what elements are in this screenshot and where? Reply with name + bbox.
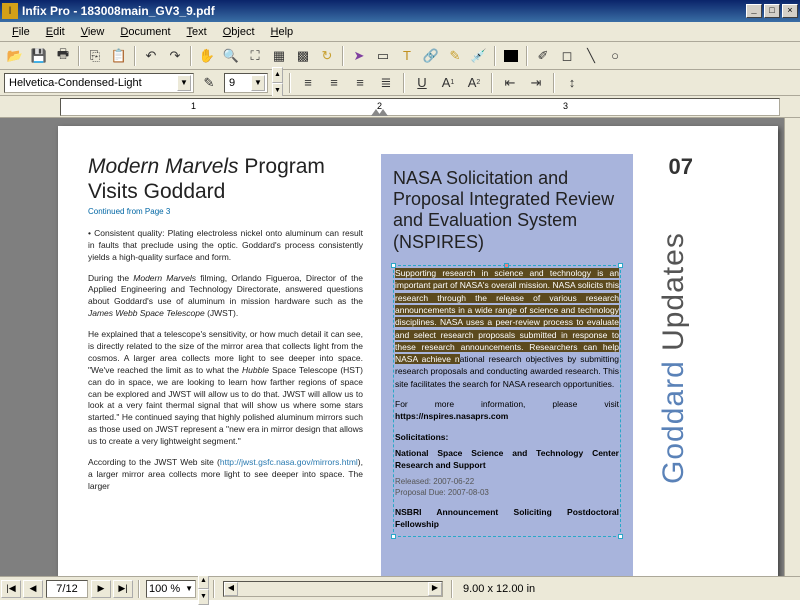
select-icon[interactable]: ▭ [372, 45, 394, 67]
first-page-button[interactable]: |◀ [1, 580, 21, 598]
line-icon[interactable]: ╲ [580, 45, 602, 67]
shape-icon[interactable]: ◻ [556, 45, 578, 67]
minimize-button[interactable]: _ [746, 4, 762, 18]
menu-edit[interactable]: Edit [38, 24, 73, 40]
article-column: Modern Marvels Program Visits Goddard Co… [88, 154, 363, 576]
chevron-down-icon[interactable]: ▼ [251, 75, 265, 91]
text-icon[interactable]: T [396, 45, 418, 67]
eyedrop-icon[interactable]: 💉 [468, 45, 490, 67]
main-toolbar: 📂 💾 🖶 ⎘ 📋 ↶ ↷ ✋ 🔍 ⛶ ▦ ▩ ↻ ➤ ▭ T 🔗 ✎ 💉 ✐ … [0, 42, 800, 70]
article-para: He explained that a telescope's sensitiv… [88, 329, 363, 448]
highlight-icon[interactable]: ✎ [444, 45, 466, 67]
selected-text-frame[interactable]: Supporting research in science and techn… [393, 265, 621, 537]
page-field[interactable]: 7/12 [46, 580, 88, 598]
guides-icon[interactable]: ▦ [268, 45, 290, 67]
article-para: • Consistent quality: Plating electroles… [88, 228, 363, 264]
solicitation-title: NSBRI Announcement Soliciting Postdoctor… [395, 506, 619, 531]
vertical-scrollbar[interactable] [784, 118, 800, 576]
spacing-icon[interactable]: ↕ [561, 72, 583, 94]
ruler-tick: 3 [563, 101, 568, 111]
horizontal-scrollbar[interactable]: ◀ ▶ [223, 581, 443, 597]
font-family-value: Helvetica-Condensed-Light [7, 77, 177, 89]
hand-icon[interactable]: ✋ [196, 45, 218, 67]
align-center-icon[interactable]: ≡ [323, 72, 345, 94]
horizontal-ruler: 1 2 3 [0, 96, 800, 118]
goddard-updates-label: Goddard Updates [657, 232, 691, 484]
font-size-value: 9 [227, 77, 251, 89]
year-label: 07 [651, 154, 693, 180]
prev-page-button[interactable]: ◀ [23, 580, 43, 598]
menu-text[interactable]: Text [179, 24, 215, 40]
font-toolbar: Helvetica-Condensed-Light ▼ ✎ 9 ▼ ▲ ▼ ≡ … [0, 70, 800, 96]
maximize-button[interactable]: □ [764, 4, 780, 18]
link-icon[interactable]: 🔗 [420, 45, 442, 67]
redo-icon[interactable]: ↷ [164, 45, 186, 67]
chevron-down-icon[interactable]: ▼ [177, 75, 191, 91]
ruler-tick: 1 [191, 101, 196, 111]
solicitations-label: Solicitations: [395, 431, 619, 443]
zoom-field[interactable]: 100 %▼ [146, 580, 196, 598]
align-left-icon[interactable]: ≡ [297, 72, 319, 94]
page-dimensions: 9.00 x 12.00 in [457, 583, 800, 595]
undo-icon[interactable]: ↶ [140, 45, 162, 67]
ellipse-icon[interactable]: ○ [604, 45, 626, 67]
next-page-button[interactable]: ▶ [91, 580, 111, 598]
crop-icon[interactable]: ⛶ [244, 45, 266, 67]
print-icon[interactable]: 🖶 [52, 45, 74, 67]
close-button[interactable]: × [782, 4, 798, 18]
article-para: According to the JWST Web site (http://j… [88, 457, 363, 493]
save-icon[interactable]: 💾 [28, 45, 50, 67]
size-up-icon[interactable]: ▲ [272, 67, 283, 83]
menu-bar: File Edit View Document Text Object Help [0, 22, 800, 42]
rotate-icon[interactable]: ↻ [316, 45, 338, 67]
app-icon: I [2, 3, 18, 19]
title-bar: I Infix Pro - 183008main_GV3_9.pdf _ □ × [0, 0, 800, 22]
copy-icon[interactable]: ⎘ [84, 45, 106, 67]
fill-icon[interactable] [500, 45, 522, 67]
zoom-icon[interactable]: 🔍 [220, 45, 242, 67]
indent-right-icon[interactable]: ⇥ [525, 72, 547, 94]
jwst-link[interactable]: http://jwst.gsfc.nasa.gov/mirrors.html [220, 457, 358, 467]
align-right-icon[interactable]: ≡ [349, 72, 371, 94]
menu-document[interactable]: Document [112, 24, 178, 40]
pointer-icon[interactable]: ➤ [348, 45, 370, 67]
menu-help[interactable]: Help [263, 24, 302, 40]
grid-icon[interactable]: ▩ [292, 45, 314, 67]
last-page-button[interactable]: ▶| [113, 580, 133, 598]
right-column: 07 Goddard Updates [651, 154, 693, 576]
superscript-icon[interactable]: A1 [437, 72, 459, 94]
open-icon[interactable]: 📂 [4, 45, 26, 67]
due-date: Proposal Due: 2007-08-03 [395, 487, 619, 498]
page: Modern Marvels Program Visits Goddard Co… [58, 126, 778, 576]
released-date: Released: 2007-06-22 [395, 476, 619, 487]
font-family-combo[interactable]: Helvetica-Condensed-Light ▼ [4, 73, 194, 93]
article-headline: Modern Marvels Program Visits Goddard [88, 154, 363, 204]
indent-left-icon[interactable]: ⇤ [499, 72, 521, 94]
zoom-down-icon[interactable]: ▼ [198, 589, 209, 605]
document-canvas[interactable]: Modern Marvels Program Visits Goddard Co… [0, 118, 800, 576]
solicitation-title: National Space Science and Technology Ce… [395, 447, 619, 472]
pen-icon[interactable]: ✐ [532, 45, 554, 67]
window-title: Infix Pro - 183008main_GV3_9.pdf [22, 4, 746, 18]
sidebar-more-info: For more information, please visit https… [395, 398, 619, 423]
status-bar: |◀ ◀ 7/12 ▶ ▶| 100 %▼ ▲ ▼ ◀ ▶ 9.00 x 12.… [0, 576, 800, 600]
underline-icon[interactable]: U [411, 72, 433, 94]
font-size-combo[interactable]: 9 ▼ [224, 73, 268, 93]
menu-object[interactable]: Object [215, 24, 263, 40]
paste-icon[interactable]: 📋 [108, 45, 130, 67]
sidebar-box: NASA Solicitation and Proposal Integrate… [381, 154, 633, 576]
sidebar-para: Supporting research in science and techn… [395, 267, 619, 390]
menu-file[interactable]: File [4, 24, 38, 40]
subscript-icon[interactable]: A2 [463, 72, 485, 94]
article-para: During the Modern Marvels filming, Orlan… [88, 273, 363, 321]
sidebar-heading: NASA Solicitation and Proposal Integrate… [393, 168, 621, 253]
continued-from: Continued from Page 3 [88, 206, 363, 218]
menu-view[interactable]: View [73, 24, 113, 40]
align-justify-icon[interactable]: ≣ [375, 72, 397, 94]
font-style-icon[interactable]: ✎ [198, 72, 220, 94]
